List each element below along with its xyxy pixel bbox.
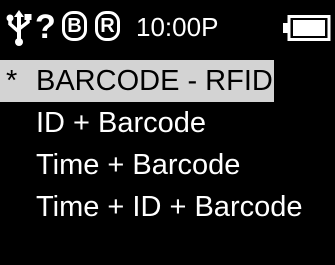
rfid-mode-badge: R (95, 11, 120, 41)
device-screen: ? B R 10:00P * BARCODE - RFID ID + Barco… (0, 0, 335, 265)
barcode-mode-menu: * BARCODE - RFID ID + Barcode Time + Bar… (0, 60, 335, 228)
menu-item-time-id-barcode[interactable]: Time + ID + Barcode (0, 186, 335, 228)
status-bar: ? B R 10:00P (0, 6, 335, 50)
help-icon: ? (35, 8, 56, 46)
menu-item-barcode-rfid[interactable]: * BARCODE - RFID (0, 60, 274, 102)
menu-item-id-barcode[interactable]: ID + Barcode (0, 102, 335, 144)
selected-marker: * (6, 65, 18, 97)
clock-time: 10:00P (136, 12, 219, 42)
barcode-mode-badge: B (62, 11, 87, 41)
menu-item-time-barcode[interactable]: Time + Barcode (0, 144, 335, 186)
menu-item-label: BARCODE - RFID (36, 65, 273, 97)
menu-item-label: ID + Barcode (36, 107, 207, 139)
battery-icon (283, 15, 331, 41)
menu-item-label: Time + ID + Barcode (36, 191, 303, 223)
usb-icon (6, 10, 32, 46)
menu-item-label: Time + Barcode (36, 149, 241, 181)
